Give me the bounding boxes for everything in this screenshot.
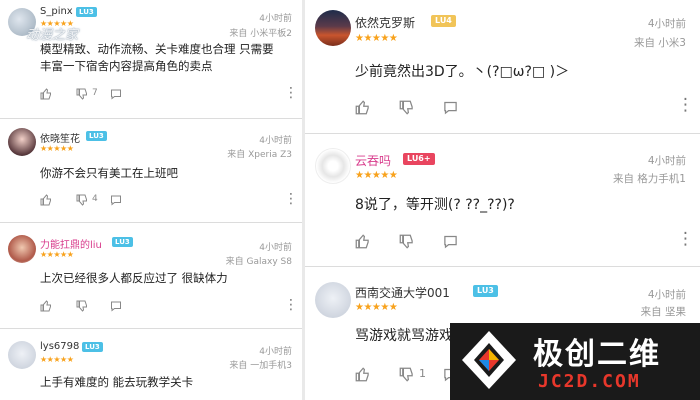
divider <box>305 266 700 267</box>
avatar[interactable] <box>8 128 36 156</box>
comment-text: 模型精致、动作流畅、关卡难度也合理 只需要丰富一下宿舍内容提高角色的卖点 <box>40 42 274 73</box>
comment-count: 7 <box>92 88 98 98</box>
comment-actions: 7 ⋮ <box>40 86 298 102</box>
thumb-down-icon[interactable] <box>76 88 88 100</box>
comment-text: 少前竟然出3D了。丶(?□ω?□ )＞ <box>355 64 570 80</box>
watermark-url: JC2D.COM <box>538 371 641 392</box>
user-name[interactable]: 力能扛鼎的liu <box>40 236 102 251</box>
thumb-down-icon[interactable] <box>76 300 88 312</box>
device-label: 来自 小米平板2 <box>229 29 292 39</box>
comment-icon[interactable] <box>110 300 122 312</box>
comment-actions: ⋮ <box>355 231 694 249</box>
comment-text: 上次已经很多人都反应过了 很缺体力 <box>40 271 228 285</box>
timestamp: 4小时前 <box>647 289 686 301</box>
watermark-brand: 极创二维 <box>533 337 661 372</box>
more-icon[interactable]: ⋮ <box>284 298 298 312</box>
level-badge: LU3 <box>86 131 107 141</box>
watermark-logo: 极创二维 JC2D.COM <box>450 323 700 400</box>
comment-icon[interactable] <box>110 194 122 206</box>
user-name[interactable]: S_pinx <box>40 6 73 17</box>
comment-icon[interactable] <box>110 88 122 100</box>
thumb-up-icon[interactable] <box>40 194 52 206</box>
comment-text: 上手有难度的 能去玩教学关卡 <box>40 375 194 389</box>
comment-count: 4 <box>92 194 98 204</box>
thumb-up-icon[interactable] <box>40 300 52 312</box>
user-name[interactable]: 依晓笙花 <box>40 130 80 145</box>
level-badge: LU4 <box>431 15 456 27</box>
rating-stars: ★★★★★ <box>40 250 74 259</box>
divider <box>305 133 700 134</box>
thumb-up-icon[interactable] <box>355 100 370 115</box>
watermark-text: 动漫之家 <box>26 28 79 43</box>
timestamp: 4小时前 <box>647 18 686 30</box>
more-icon[interactable]: ⋮ <box>284 86 298 100</box>
cube-logo-icon <box>462 331 516 389</box>
device-label: 来自 小米3 <box>633 37 686 49</box>
thumb-down-icon[interactable] <box>399 234 414 249</box>
user-name[interactable]: 西南交通大学001 <box>355 284 450 301</box>
comment-icon[interactable] <box>443 234 458 249</box>
timestamp: 4小时前 <box>259 14 292 24</box>
comment-text: 8说了，等开测(? ??_??)? <box>355 197 515 213</box>
thumb-down-icon[interactable] <box>76 194 88 206</box>
thumb-down-icon[interactable] <box>399 100 414 115</box>
thumb-up-icon[interactable] <box>355 367 370 382</box>
rating-stars: ★★★★★ <box>355 170 398 181</box>
thumb-down-icon[interactable] <box>399 367 414 382</box>
comment-text: 你游不会只有美工在上班吧 <box>40 166 178 180</box>
rating-stars: ★★★★★ <box>355 302 398 313</box>
more-icon[interactable]: ⋮ <box>677 231 694 248</box>
timestamp: 4小时前 <box>259 136 292 146</box>
rating-stars: ★★★★★ <box>355 33 398 44</box>
level-badge: LU6+ <box>403 153 435 165</box>
avatar[interactable] <box>8 341 36 369</box>
device-label: 来自 格力手机1 <box>612 173 686 185</box>
left-comment-panel: S_pinx LU3 ★★★★★ 4小时前 来自 小米平板2 模型精致、动作流畅… <box>0 0 302 400</box>
timestamp: 4小时前 <box>259 347 292 357</box>
device-label: 来自 Galaxy S8 <box>225 257 292 267</box>
level-badge: LU3 <box>76 7 97 17</box>
thumb-up-icon[interactable] <box>40 88 52 100</box>
avatar[interactable] <box>315 148 351 184</box>
device-label: 来自 Xperia Z3 <box>227 150 292 160</box>
thumb-up-icon[interactable] <box>355 234 370 249</box>
comment-actions: 4 ⋮ <box>40 192 298 208</box>
comment-card: 力能扛鼎的liu LU3 ★★★★★ 4小时前 来自 Galaxy S8 上次已… <box>0 225 302 325</box>
avatar[interactable] <box>315 10 351 46</box>
comment-card: S_pinx LU3 ★★★★★ 4小时前 来自 小米平板2 模型精致、动作流畅… <box>0 0 302 118</box>
user-name[interactable]: 依然克罗斯 <box>355 14 415 31</box>
comment-actions: ⋮ <box>40 298 298 314</box>
user-name[interactable]: 云吞吗 <box>355 152 391 169</box>
comment-count: 1 <box>419 367 426 380</box>
timestamp: 4小时前 <box>647 155 686 167</box>
comment-card: 依然克罗斯 LU4 ★★★★★ 4小时前 来自 小米3 少前竟然出3D了。丶(?… <box>305 0 700 128</box>
comment-icon[interactable] <box>443 100 458 115</box>
timestamp: 4小时前 <box>259 243 292 253</box>
divider <box>0 222 302 223</box>
comment-actions: ⋮ <box>355 97 694 115</box>
avatar[interactable] <box>315 282 351 318</box>
comment-card: 依晓笙花 LU3 ★★★★★ 4小时前 来自 Xperia Z3 你游不会只有美… <box>0 120 302 220</box>
level-badge: LU3 <box>82 342 103 352</box>
avatar[interactable] <box>8 235 36 263</box>
more-icon[interactable]: ⋮ <box>677 97 694 114</box>
level-badge: LU3 <box>112 237 133 247</box>
comment-card: 云吞吗 LU6+ ★★★★★ 4小时前 来自 格力手机1 8说了，等开测(? ?… <box>305 138 700 263</box>
user-name[interactable]: lys6798 <box>40 341 79 352</box>
comment-card: lys6798 LU3 ★★★★★ 4小时前 来自 一加手机3 上手有难度的 能… <box>0 331 302 400</box>
device-label: 来自 一加手机3 <box>229 361 292 371</box>
rating-stars: ★★★★★ <box>40 355 74 364</box>
device-label: 来自 坚果 <box>640 306 686 318</box>
divider <box>0 328 302 329</box>
rating-stars: ★★★★★ <box>40 144 74 153</box>
divider <box>0 118 302 119</box>
level-badge: LU3 <box>473 285 498 297</box>
more-icon[interactable]: ⋮ <box>284 192 298 206</box>
